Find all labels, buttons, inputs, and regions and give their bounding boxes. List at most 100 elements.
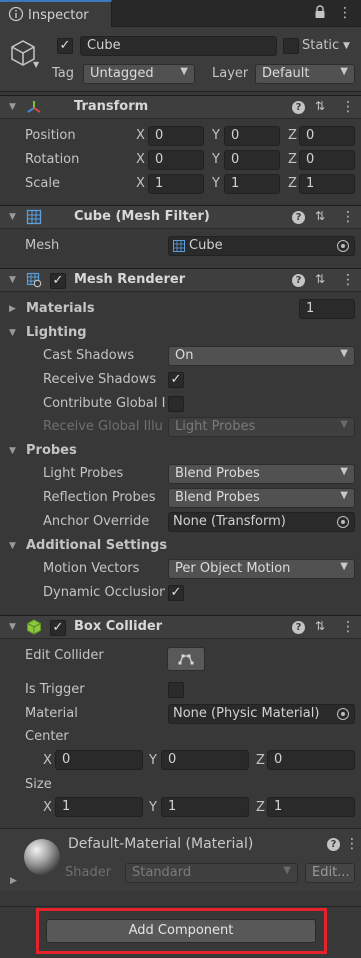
dynamic-occlusion-checkbox[interactable]: ✓ [168,585,184,601]
settings-icon[interactable]: ⇅ [315,272,325,286]
shader-dropdown[interactable]: Standard ▼ [125,863,298,883]
scale-y-field[interactable]: 1 [224,174,280,194]
additional-settings-label[interactable]: Additional Settings [26,538,167,553]
static-label[interactable]: Static [302,38,339,53]
chevron-down-icon: ▼ [180,66,188,77]
scale-label[interactable]: Scale [25,176,60,191]
axis-y-label[interactable]: Y [212,128,220,143]
settings-icon[interactable]: ⇅ [315,99,325,113]
axis-z-label[interactable]: Z [288,128,297,143]
size-z-field[interactable]: 1 [267,797,355,817]
help-icon[interactable]: ? [292,211,305,224]
menu-icon[interactable]: ⋮ [341,272,355,288]
cast-shadows-dropdown[interactable]: On ▼ [168,346,355,366]
settings-icon[interactable]: ⇅ [315,619,325,633]
axis-z-label[interactable]: Z [288,152,297,167]
static-checkbox[interactable] [283,38,299,54]
axis-x-label[interactable]: X [43,800,52,815]
icon-dropdown-arrow[interactable]: ▼ [33,60,39,69]
materials-label[interactable]: Materials [26,301,95,316]
axis-z-label[interactable]: Z [288,176,297,191]
materials-count-field[interactable]: 1 [299,299,355,319]
rotation-z-field[interactable]: 0 [299,150,355,170]
static-dropdown-arrow[interactable]: ▼ [343,41,350,51]
axis-y-label[interactable]: Y [212,152,220,167]
shader-edit-button[interactable]: Edit... [305,863,355,883]
scale-z-field[interactable]: 1 [299,174,355,194]
reflection-probes-dropdown[interactable]: Blend Probes ▼ [168,488,355,508]
axis-x-label[interactable]: X [136,152,145,167]
box-collider-enabled-checkbox[interactable]: ✓ [50,620,66,636]
light-probes-dropdown[interactable]: Blend Probes ▼ [168,464,355,484]
mesh-filter-foldout-icon[interactable]: ▼ [9,212,16,222]
axis-y-label[interactable]: Y [149,800,157,815]
probes-label[interactable]: Probes [26,443,77,458]
transform-foldout-icon[interactable]: ▼ [9,102,16,112]
help-icon[interactable]: ? [327,838,340,851]
position-x-field[interactable]: 0 [148,126,204,146]
object-picker-icon[interactable] [337,240,349,252]
tag-dropdown[interactable]: Untagged ▼ [83,64,195,84]
mesh-label[interactable]: Mesh [25,238,59,253]
lighting-foldout-icon[interactable]: ▼ [9,328,16,338]
menu-icon[interactable]: ⋮ [345,836,359,852]
menu-icon[interactable]: ⋮ [341,619,355,635]
axis-z-label[interactable]: Z [256,753,265,768]
position-y-field[interactable]: 0 [224,126,280,146]
transform-header[interactable] [0,95,361,119]
gameobject-name-field[interactable]: Cube [80,36,277,56]
rotation-x-field[interactable]: 0 [148,150,204,170]
rotation-label[interactable]: Rotation [25,152,79,167]
receive-shadows-checkbox[interactable]: ✓ [168,372,184,388]
size-x-field[interactable]: 1 [55,797,143,817]
chevron-down-icon: ▼ [340,419,348,430]
help-icon[interactable]: ? [292,274,305,287]
help-icon[interactable]: ? [292,101,305,114]
materials-foldout-icon[interactable]: ▶ [9,304,16,314]
shader-label: Shader [65,865,112,880]
mesh-renderer-enabled-checkbox[interactable]: ✓ [50,273,66,289]
object-picker-icon[interactable] [337,708,349,720]
box-collider-foldout-icon[interactable]: ▼ [9,622,16,632]
mesh-renderer-foldout-icon[interactable]: ▼ [9,275,16,285]
gameobject-active-checkbox[interactable]: ✓ [57,38,73,54]
center-x-field[interactable]: 0 [55,750,143,770]
lighting-label[interactable]: Lighting [26,325,87,340]
additional-settings-foldout-icon[interactable]: ▼ [9,541,16,551]
help-icon[interactable]: ? [292,621,305,634]
motion-vectors-dropdown[interactable]: Per Object Motion ▼ [168,559,355,579]
axis-x-label[interactable]: X [136,128,145,143]
center-y-field[interactable]: 0 [161,750,249,770]
center-z-field[interactable]: 0 [267,750,355,770]
probes-foldout-icon[interactable]: ▼ [9,446,16,456]
position-z-field[interactable]: 0 [299,126,355,146]
material-sphere-icon[interactable] [22,837,62,877]
size-y-field[interactable]: 1 [161,797,249,817]
mesh-field[interactable]: Cube [168,236,355,256]
rotation-y-field[interactable]: 0 [224,150,280,170]
position-label[interactable]: Position [25,128,76,143]
axis-y-label[interactable]: Y [149,753,157,768]
chevron-down-icon: ▼ [283,865,291,876]
collider-material-label: Material [25,706,78,721]
axis-z-label[interactable]: Z [256,800,265,815]
object-picker-icon[interactable] [337,516,349,528]
contribute-gi-checkbox[interactable] [168,396,184,412]
layer-dropdown[interactable]: Default ▼ [255,64,355,84]
menu-icon[interactable]: ⋮ [341,99,355,115]
material-foldout-icon[interactable]: ▶ [10,876,17,886]
menu-icon[interactable]: ⋮ [341,209,355,225]
axis-x-label[interactable]: X [136,176,145,191]
anchor-override-field[interactable]: None (Transform) [168,512,355,532]
edit-collider-button[interactable] [167,647,205,671]
settings-icon[interactable]: ⇅ [315,209,325,223]
more-icon[interactable]: ⋮ [338,5,352,21]
collider-material-field[interactable]: None (Physic Material) [168,704,355,724]
scale-x-field[interactable]: 1 [148,174,204,194]
tab-inspector[interactable]: Inspector [0,0,112,27]
axis-y-label[interactable]: Y [212,176,220,191]
axis-x-label[interactable]: X [43,753,52,768]
lock-icon[interactable] [314,5,326,19]
is-trigger-checkbox[interactable] [168,682,184,698]
mesh-filter-title: Cube (Mesh Filter) [74,209,210,224]
